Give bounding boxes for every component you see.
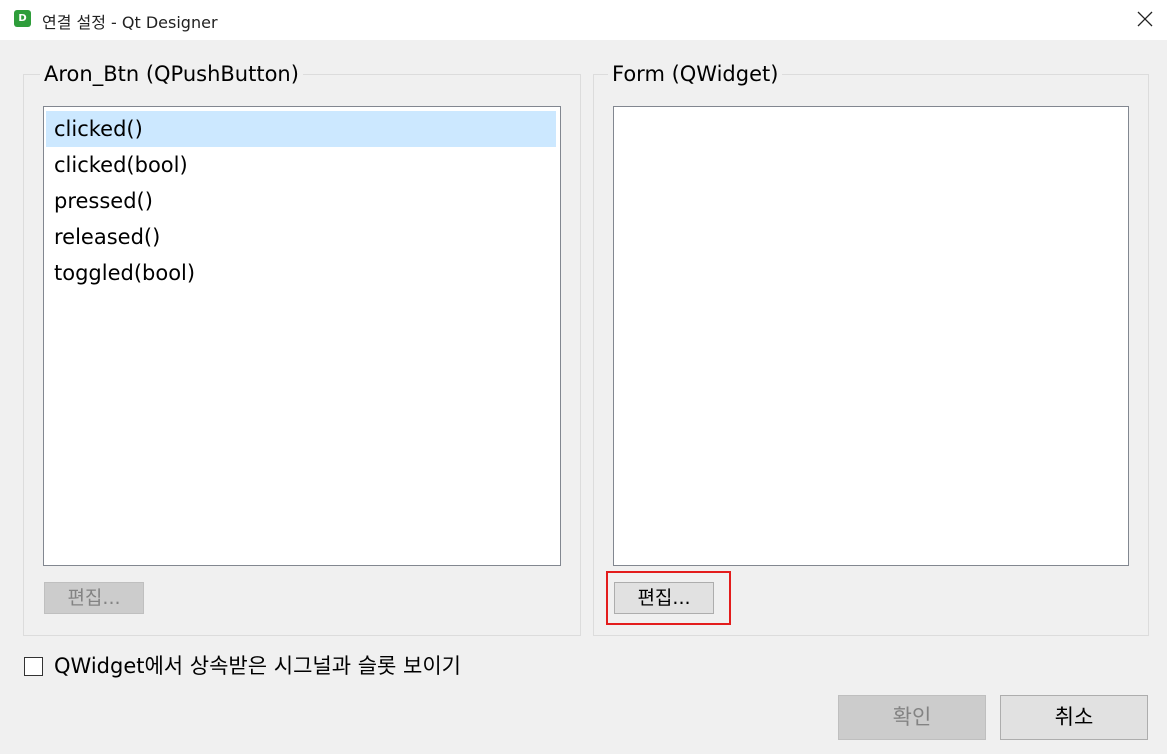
cancel-button[interactable]: 취소 [1000,695,1148,740]
title-bar: D 연결 설정 - Qt Designer [0,0,1167,40]
window-title: 연결 설정 - Qt Designer [42,13,218,32]
ok-button[interactable]: 확인 [838,695,986,740]
highlight-box [606,571,731,625]
qt-designer-app-icon: D [14,10,31,27]
signal-item[interactable]: clicked() [46,111,556,147]
signal-item[interactable]: toggled(bool) [46,255,556,291]
sender-group-title: Aron_Btn (QPushButton) [40,61,303,87]
sender-edit-button[interactable]: 편집... [44,582,144,614]
signal-list[interactable]: clicked() clicked(bool) pressed() released(… [43,106,561,566]
inherited-signals-label: QWidget에서 상속받은 시그널과 슬롯 보이기 [54,654,461,678]
slot-list[interactable] [613,106,1129,566]
close-icon [1137,11,1152,27]
signal-item[interactable]: clicked(bool) [46,147,556,183]
signal-item[interactable]: pressed() [46,183,556,219]
receiver-group-title: Form (QWidget) [608,61,783,87]
inherited-signals-checkbox[interactable] [24,657,43,676]
signal-item[interactable]: released() [46,219,556,255]
close-button[interactable] [1122,0,1167,38]
